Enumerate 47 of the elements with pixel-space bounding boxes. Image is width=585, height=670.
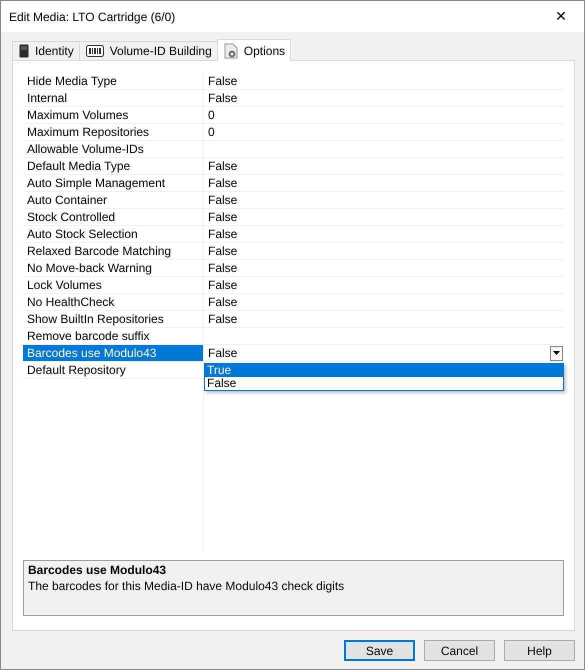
tab[interactable]: Volume-ID Building: [78, 41, 218, 60]
property-value[interactable]: False: [204, 345, 564, 362]
property-name[interactable]: Stock Controlled: [23, 209, 204, 226]
property-name[interactable]: No HealthCheck: [23, 294, 204, 311]
property-name[interactable]: Maximum Volumes: [23, 107, 204, 124]
property-name[interactable]: Barcodes use Modulo43: [23, 345, 204, 362]
property-name[interactable]: Auto Container: [23, 192, 204, 209]
tab[interactable]: Options: [216, 39, 292, 61]
property-name[interactable]: Auto Simple Management: [23, 175, 204, 192]
dropdown-option[interactable]: True: [205, 364, 563, 377]
property-value[interactable]: False: [204, 294, 564, 311]
property-name[interactable]: No Move-back Warning: [23, 260, 204, 277]
property-value[interactable]: False: [204, 277, 564, 294]
property-name[interactable]: Show BuiltIn Repositories: [23, 311, 204, 328]
property-name[interactable]: Relaxed Barcode Matching: [23, 243, 204, 260]
property-value[interactable]: False: [204, 175, 564, 192]
property-name[interactable]: Internal: [23, 90, 204, 107]
property-value[interactable]: 0: [204, 107, 564, 124]
close-button[interactable]: ✕: [538, 1, 584, 32]
document-gear-icon: [224, 42, 238, 58]
property-name[interactable]: Default Media Type: [23, 158, 204, 175]
dialog-button[interactable]: Save: [344, 640, 415, 661]
property-name[interactable]: Hide Media Type: [23, 73, 204, 90]
property-value[interactable]: False: [204, 192, 564, 209]
description-title: Barcodes use Modulo43: [28, 563, 168, 577]
property-name[interactable]: Default Repository: [23, 362, 204, 379]
property-value[interactable]: 0: [204, 124, 564, 141]
property-name[interactable]: Maximum Repositories: [23, 124, 204, 141]
property-value[interactable]: False: [204, 311, 564, 328]
dialog-button[interactable]: Help: [504, 640, 575, 661]
property-name[interactable]: Lock Volumes: [23, 277, 204, 294]
window-title: Edit Media: LTO Cartridge (6/0): [8, 10, 176, 24]
property-name[interactable]: Allowable Volume-IDs: [23, 141, 204, 158]
property-value[interactable]: False: [204, 90, 564, 107]
property-value[interactable]: False: [204, 73, 564, 90]
tab[interactable]: Identity: [12, 41, 80, 60]
dropdown-option[interactable]: False: [205, 377, 563, 390]
property-name[interactable]: Auto Stock Selection: [23, 226, 204, 243]
property-value[interactable]: False: [204, 243, 564, 260]
dialog-button[interactable]: Cancel: [424, 640, 495, 661]
property-value[interactable]: False: [204, 226, 564, 243]
description-text: The barcodes for this Media-ID have Modulo43 check digits: [28, 579, 346, 593]
property-value[interactable]: False: [204, 260, 564, 277]
barcode-icon: [86, 45, 104, 57]
property-value[interactable]: False: [204, 209, 564, 226]
property-value[interactable]: False: [204, 158, 564, 175]
cartridge-icon: [19, 44, 29, 58]
